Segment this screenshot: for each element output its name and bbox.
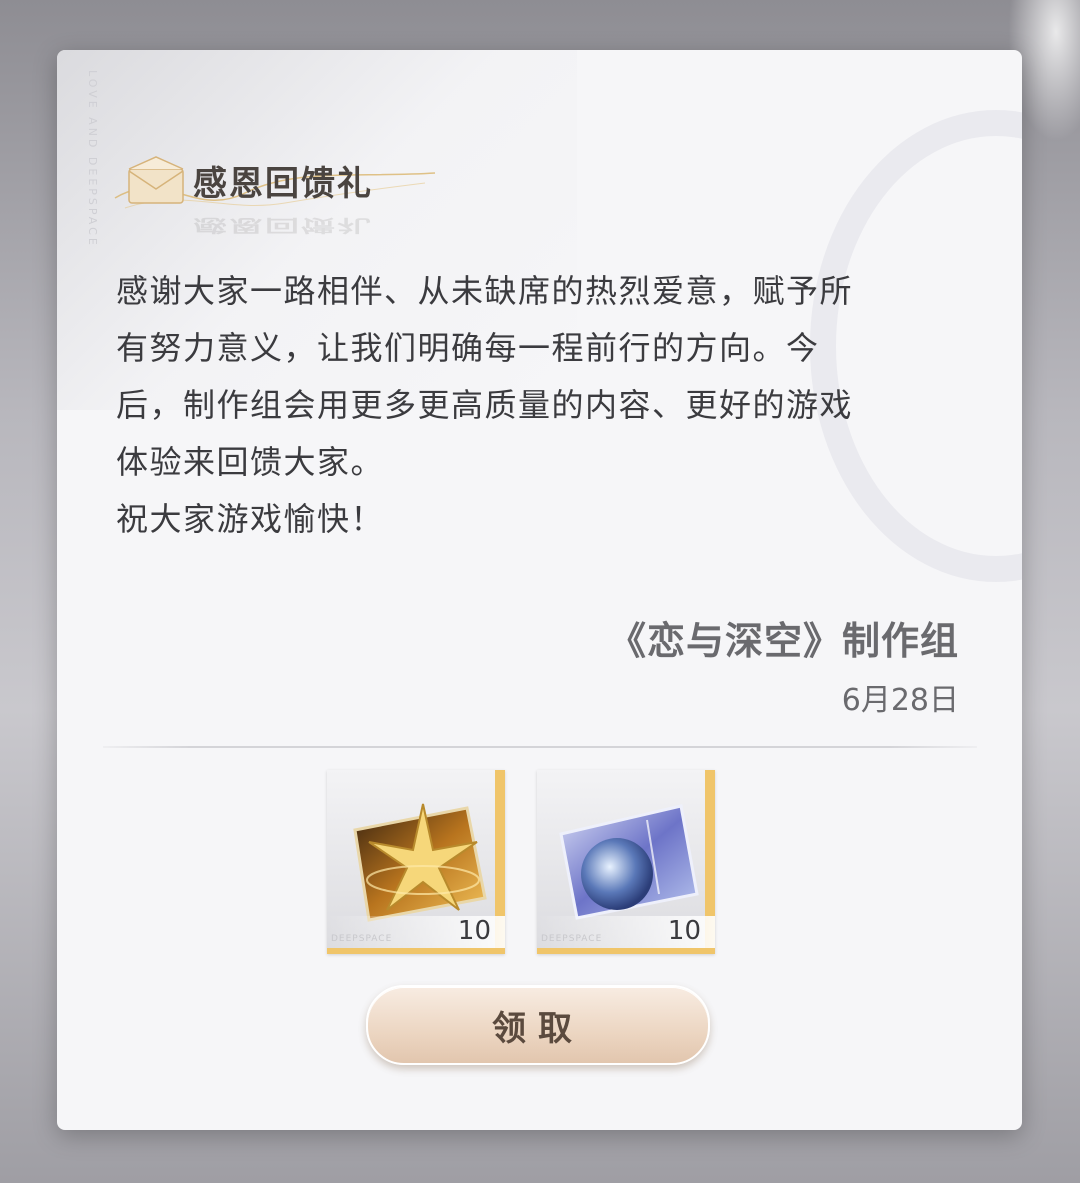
mail-title-reflection: 感恩回馈礼 — [193, 214, 373, 235]
envelope-icon — [128, 156, 184, 204]
body-line: 感谢大家一路相伴、从未缺席的热烈爱意，赋予所 — [116, 272, 854, 310]
item-quantity: 10 — [667, 916, 701, 946]
body-line: 有努力意义，让我们明确每一程前行的方向。今 — [116, 329, 820, 367]
mail-signature: 《恋与深空》制作组 — [607, 618, 959, 663]
mail-header: 感恩回馈礼 — [125, 145, 373, 215]
reward-item[interactable]: DEEPSPACE 10 — [537, 770, 715, 954]
item-brand: DEEPSPACE — [331, 934, 393, 944]
mail-card: LOVE AND DEEPSPACE 感恩回馈礼 感恩回馈礼 感谢大家一路相伴、… — [57, 50, 1022, 1130]
body-line: 体验来回馈大家。 — [116, 443, 385, 481]
claim-button[interactable]: 领取 — [366, 985, 710, 1065]
reward-item[interactable]: DEEPSPACE 10 — [327, 770, 505, 954]
brand-vertical-text: LOVE AND DEEPSPACE — [86, 70, 99, 248]
mail-title: 感恩回馈礼 — [193, 163, 373, 204]
item-quantity: 10 — [457, 916, 491, 946]
mail-body: 感谢大家一路相伴、从未缺席的热烈爱意，赋予所 有努力意义，让我们明确每一程前行的… — [116, 263, 966, 548]
divider — [103, 746, 977, 748]
mail-date: 6月28日 — [841, 683, 959, 718]
body-line: 祝大家游戏愉快！ — [116, 500, 385, 538]
item-brand: DEEPSPACE — [541, 934, 603, 944]
reward-list: DEEPSPACE 10 DEEPSPACE 10 — [327, 770, 715, 954]
body-line: 后，制作组会用更多更高质量的内容、更好的游戏 — [116, 386, 854, 424]
